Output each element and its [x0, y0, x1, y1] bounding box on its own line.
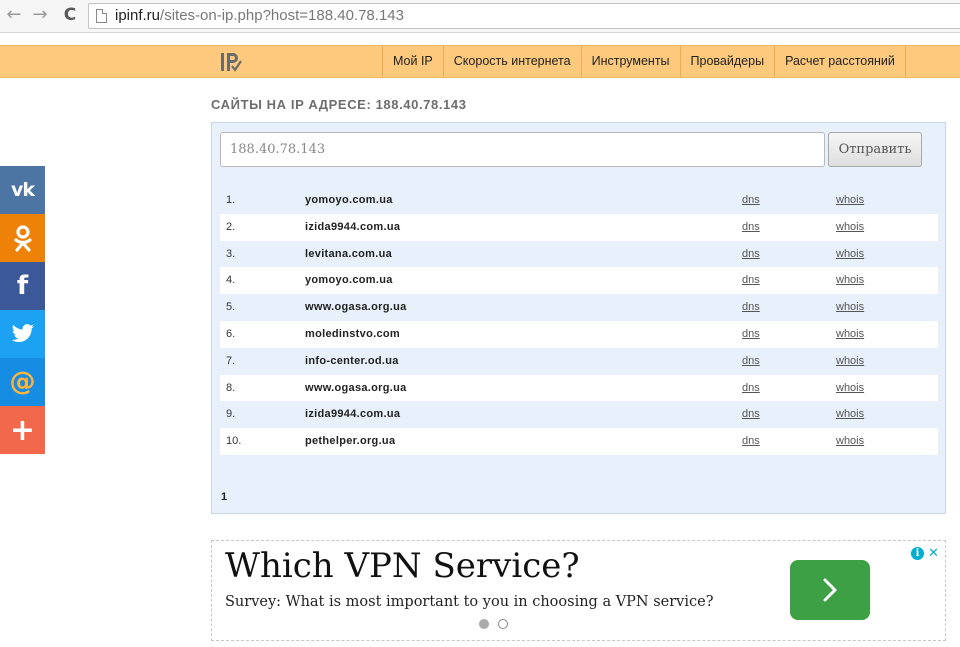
ad-text[interactable]: Survey: What is most important to you in…: [225, 594, 714, 610]
url-text: ipinf.ru/sites-on-ip.php?host=188.40.78.…: [115, 7, 404, 24]
menu-item-tools[interactable]: Инструменты: [580, 46, 680, 77]
whois-link[interactable]: whois: [836, 221, 864, 233]
menu-item-my-ip[interactable]: Мой IP: [382, 46, 443, 77]
table-row: 3. levitana.com.ua dns whois: [220, 241, 938, 268]
vk-icon: vk: [10, 179, 35, 201]
row-number: 5.: [226, 301, 236, 314]
row-number: 4.: [226, 274, 236, 287]
dns-link[interactable]: dns: [742, 408, 760, 420]
whois-link[interactable]: whois: [836, 408, 864, 420]
dns-link[interactable]: dns: [742, 328, 760, 340]
row-domain: yomoyo.com.ua: [305, 274, 393, 287]
carousel-dot-2[interactable]: [498, 619, 508, 629]
site-logo-icon[interactable]: [220, 51, 242, 73]
whois-link[interactable]: whois: [836, 355, 864, 367]
whois-link[interactable]: whois: [836, 382, 864, 394]
site-header: Мой IP Скорость интернета Инструменты Пр…: [0, 45, 960, 78]
social-share-bar: vk f @ +: [0, 166, 45, 454]
row-domain: www.ogasa.org.ua: [305, 381, 407, 394]
row-number: 3.: [226, 247, 236, 260]
table-row: 10. pethelper.org.ua dns whois: [220, 428, 938, 455]
results-panel: 188.40.78.143 Отправить 1. yomoyo.com.ua…: [211, 122, 946, 514]
pagination-page-1[interactable]: 1: [221, 491, 227, 503]
more-share-button[interactable]: +: [0, 406, 45, 454]
row-number: 7.: [226, 354, 236, 367]
row-domain: levitana.com.ua: [305, 247, 393, 260]
dns-link[interactable]: dns: [742, 355, 760, 367]
facebook-icon: f: [16, 271, 29, 301]
row-number: 1.: [226, 194, 236, 206]
ip-input[interactable]: 188.40.78.143: [220, 132, 825, 167]
forward-arrow-icon[interactable]: →: [30, 5, 50, 25]
main-menu: Мой IP Скорость интернета Инструменты Пр…: [382, 46, 906, 77]
plus-icon: +: [9, 412, 36, 448]
dns-link[interactable]: dns: [742, 382, 760, 394]
submit-button[interactable]: Отправить: [828, 132, 922, 167]
twitter-share-button[interactable]: [0, 310, 45, 358]
browser-toolbar: ← → C ipinf.ru/sites-on-ip.php?host=188.…: [0, 0, 960, 33]
facebook-share-button[interactable]: f: [0, 262, 45, 310]
whois-link[interactable]: whois: [836, 328, 864, 340]
ad-close-icon[interactable]: ✕: [927, 547, 940, 560]
menu-item-speed-test[interactable]: Скорость интернета: [442, 46, 581, 77]
ad-info-icon[interactable]: i: [911, 547, 924, 560]
row-domain: yomoyo.com.ua: [305, 194, 393, 206]
reload-icon[interactable]: C: [60, 5, 80, 25]
table-row: 1. yomoyo.com.ua dns whois: [220, 187, 938, 214]
carousel-dot-1[interactable]: [479, 619, 489, 629]
row-domain: www.ogasa.org.ua: [305, 301, 407, 314]
ad-title[interactable]: Which VPN Service?: [225, 546, 580, 586]
table-row: 7. info-center.od.ua dns whois: [220, 348, 938, 375]
table-row: 9. izida9944.com.ua dns whois: [220, 401, 938, 428]
row-domain: moledinstvo.com: [305, 327, 400, 340]
whois-link[interactable]: whois: [836, 301, 864, 313]
mailru-share-button[interactable]: @: [0, 358, 45, 406]
table-row: 5. www.ogasa.org.ua dns whois: [220, 294, 938, 321]
row-domain: izida9944.com.ua: [305, 220, 401, 233]
twitter-bird-icon: [11, 324, 34, 342]
table-row: 8. www.ogasa.org.ua dns whois: [220, 374, 938, 402]
dns-link[interactable]: dns: [742, 194, 760, 206]
row-number: 9.: [226, 408, 236, 421]
menu-item-distance[interactable]: Расчет расстояний: [774, 46, 906, 77]
whois-link[interactable]: whois: [836, 248, 864, 260]
menu-item-providers[interactable]: Провайдеры: [679, 46, 775, 77]
vk-share-button[interactable]: vk: [0, 166, 45, 214]
chevron-right-icon: [823, 578, 837, 602]
table-row: 4. yomoyo.com.ua dns whois: [220, 267, 938, 295]
row-number: 6.: [226, 327, 236, 340]
odnoklassniki-share-button[interactable]: [0, 214, 45, 262]
at-sign-icon: @: [9, 367, 36, 397]
page-title: САЙТЫ НА IP АДРЕСЕ: 188.40.78.143: [211, 97, 467, 112]
whois-link[interactable]: whois: [836, 435, 864, 447]
back-arrow-icon[interactable]: ←: [4, 5, 24, 25]
row-number: 2.: [226, 220, 236, 233]
dns-link[interactable]: dns: [742, 301, 760, 313]
results-table: 1. yomoyo.com.ua dns whois 2. izida9944.…: [220, 187, 938, 455]
dns-link[interactable]: dns: [742, 435, 760, 447]
whois-link[interactable]: whois: [836, 194, 864, 206]
table-row: 6. moledinstvo.com dns whois: [220, 320, 938, 348]
row-number: 10.: [226, 435, 242, 448]
address-bar[interactable]: ipinf.ru/sites-on-ip.php?host=188.40.78.…: [88, 3, 960, 29]
page-icon: [96, 9, 107, 23]
whois-link[interactable]: whois: [836, 274, 864, 286]
table-row: 2. izida9944.com.ua dns whois: [220, 213, 938, 241]
ad-carousel-dots: [479, 619, 508, 629]
row-number: 8.: [226, 381, 236, 394]
ad-next-button[interactable]: [790, 560, 870, 620]
dns-link[interactable]: dns: [742, 248, 760, 260]
row-domain: info-center.od.ua: [305, 354, 399, 367]
odnoklassniki-icon: [13, 225, 32, 252]
dns-link[interactable]: dns: [742, 221, 760, 233]
row-domain: izida9944.com.ua: [305, 408, 401, 421]
dns-link[interactable]: dns: [742, 274, 760, 286]
row-domain: pethelper.org.ua: [305, 435, 396, 448]
vpn-survey-ad[interactable]: Which VPN Service? Survey: What is most …: [211, 540, 946, 641]
